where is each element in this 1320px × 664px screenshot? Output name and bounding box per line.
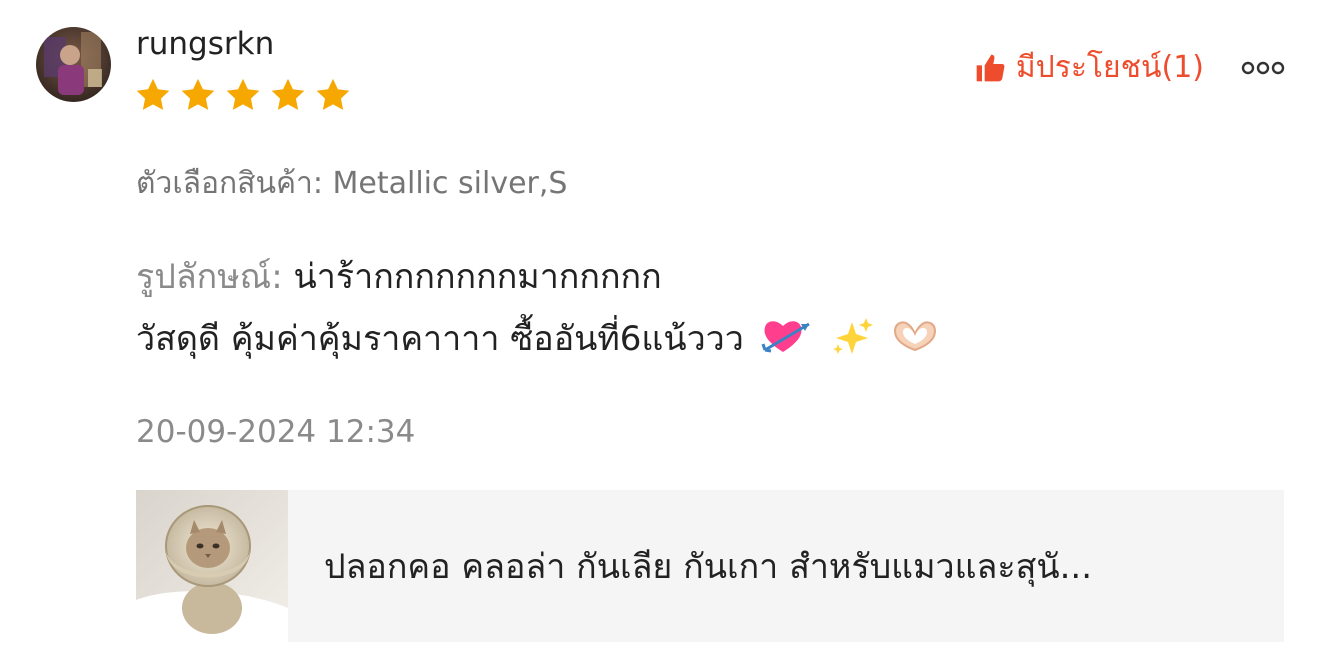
heart-with-arrow-icon (761, 321, 810, 353)
review-date: 20-09-2024 12:34 (136, 414, 416, 450)
star-icon (136, 78, 170, 110)
star-icon (226, 78, 260, 110)
appearance-text: น่าร้ากกกกกกกมากกกกก (293, 257, 662, 297)
appearance-label: รูปลักษณ์: (136, 257, 283, 297)
review-content: รูปลักษณ์: น่าร้ากกกกกกกมากกกกก วัสดุดี … (136, 246, 940, 370)
helpful-button[interactable]: มีประโยชน์(1) (974, 44, 1204, 92)
helpful-label: มีประโยชน์(1) (1015, 50, 1204, 85)
body-line: วัสดุดี คุ้มค่าคุ้มราคาาาา ซื้ออันที่6แน… (136, 308, 940, 370)
product-name: ปลอกคอ คลอล่า กันเลีย กันเกา สำหรับแมวแล… (324, 547, 1093, 587)
username: rungsrkn (136, 26, 275, 62)
star-icon (181, 78, 215, 110)
product-card[interactable]: ปลอกคอ คลอล่า กันเลีย กันเกา สำหรับแมวแล… (136, 490, 1284, 642)
avatar[interactable] (36, 27, 111, 102)
star-icon (316, 78, 350, 110)
sparkles-icon (832, 318, 873, 354)
heart-hands-icon (894, 321, 937, 352)
appearance-line: รูปลักษณ์: น่าร้ากกกกกกกมากกกกก (136, 246, 940, 308)
review-card: rungsrkn มีประโยชน์(1) ตัวเลือกสินค้า: M… (0, 0, 1320, 664)
cat-with-collar-thumbnail (136, 490, 288, 642)
product-variation: ตัวเลือกสินค้า: Metallic silver,S (136, 166, 568, 201)
thumbs-up-icon (976, 54, 1005, 82)
review-body: วัสดุดี คุ้มค่าคุ้มราคาาาา ซื้ออันที่6แน… (136, 319, 744, 359)
rating-stars (134, 76, 352, 116)
star-icon (271, 78, 305, 110)
more-options-icon[interactable] (1240, 56, 1286, 80)
